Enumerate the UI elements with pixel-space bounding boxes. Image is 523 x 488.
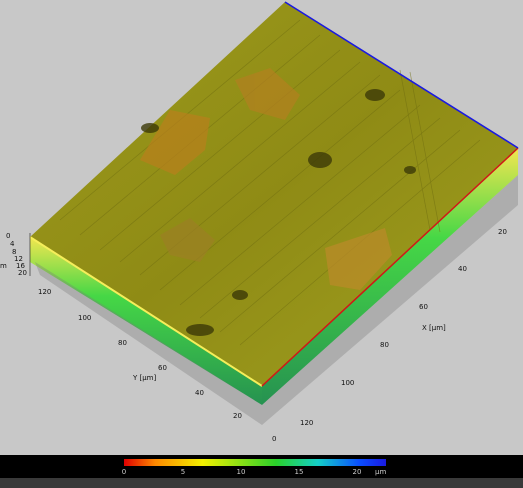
colorbar-tick: 0	[121, 468, 127, 476]
x-tick: 40	[458, 265, 467, 273]
surface-plot[interactable]: 0 4 8 12 16 20 m 120 100 80 60 40 20 0 Y…	[0, 0, 523, 455]
z-tick: 4	[10, 240, 15, 248]
y-tick: 80	[118, 339, 127, 347]
colorbar-tick: 5	[180, 468, 186, 476]
height-colorbar	[124, 459, 386, 466]
x-tick: 120	[300, 419, 313, 427]
y-axis-label: Y [µm]	[132, 374, 157, 382]
y-tick: 20	[233, 412, 242, 420]
x-tick: 80	[380, 341, 389, 349]
y-tick: 40	[195, 389, 204, 397]
y-tick: 60	[158, 364, 167, 372]
x-tick: 20	[498, 228, 507, 236]
x-axis-label: X [µm]	[422, 324, 446, 332]
status-strip	[0, 478, 523, 488]
z-axis: 0 4 8 12 16 20 m	[0, 232, 31, 277]
z-tick: 0	[6, 232, 10, 240]
colorbar-unit: µm	[375, 468, 387, 476]
y-tick: 100	[78, 314, 91, 322]
3d-viewport[interactable]: 0 4 8 12 16 20 m 120 100 80 60 40 20 0 Y…	[0, 0, 523, 455]
x-tick: 60	[419, 303, 428, 311]
y-tick: 0	[272, 435, 276, 443]
colorbar-tick: 15	[294, 468, 304, 476]
colorbar-tick: 20	[352, 468, 362, 476]
x-tick: 100	[341, 379, 354, 387]
colorbar-tick: 10	[236, 468, 246, 476]
y-tick: 120	[38, 288, 51, 296]
z-axis-label: m	[0, 262, 7, 270]
z-tick: 20	[18, 269, 27, 277]
